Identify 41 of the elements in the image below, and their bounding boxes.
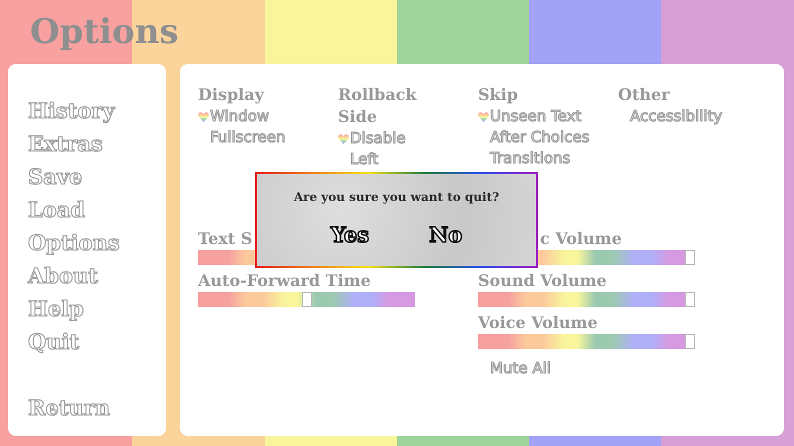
option-button[interactable]: Left (338, 149, 378, 170)
group-heading: Display (198, 84, 266, 106)
slider-track[interactable] (478, 292, 695, 307)
slider-label: Auto-Forward Time (198, 270, 371, 292)
option-button[interactable]: Accessibility (618, 106, 722, 127)
dialog-button[interactable]: Yes (330, 222, 370, 248)
heart-icon (198, 112, 209, 122)
option-button[interactable]: Disable (338, 128, 406, 149)
menu-item[interactable]: Extras (28, 127, 103, 160)
menu-item[interactable]: Save (28, 160, 82, 193)
slider-label: Text S (198, 228, 252, 250)
slider-label: Sound Volume (478, 270, 607, 292)
menu-item[interactable]: Quit (28, 325, 80, 358)
menu-item[interactable]: Options (28, 226, 120, 259)
slider-track[interactable] (198, 292, 415, 307)
group-heading: Rollback Side (338, 84, 418, 128)
heart-icon (338, 134, 349, 144)
option-button[interactable]: Unseen Text (478, 106, 582, 127)
menu-item[interactable]: Help (28, 292, 84, 325)
slider-thumb[interactable] (302, 292, 312, 307)
menu-item[interactable]: Load (28, 193, 86, 226)
menu-item[interactable]: About (28, 259, 98, 292)
option-button[interactable]: Window (198, 106, 270, 127)
group-heading: Skip (478, 84, 519, 106)
option-button[interactable]: Transitions (478, 148, 570, 169)
slider-thumb[interactable] (685, 250, 695, 265)
return-button[interactable]: Return (28, 391, 110, 424)
slider-thumb[interactable] (685, 292, 695, 307)
group-heading: Other (618, 84, 671, 106)
slider-label: Voice Volume (478, 312, 598, 334)
menu-item[interactable]: History (28, 94, 115, 127)
option-button[interactable]: Fullscreen (198, 127, 286, 148)
slider-label: c Volume (540, 228, 622, 250)
option-button[interactable]: After Choices (478, 127, 590, 148)
dialog-message: Are you sure you want to quit? (294, 189, 500, 206)
slider-thumb[interactable] (685, 334, 695, 349)
page-title: Options (30, 15, 179, 49)
dialog-button[interactable]: No (429, 222, 462, 248)
slider-track[interactable] (478, 334, 695, 349)
heart-icon (478, 112, 489, 122)
mute-all-button[interactable]: Mute All (490, 356, 551, 380)
